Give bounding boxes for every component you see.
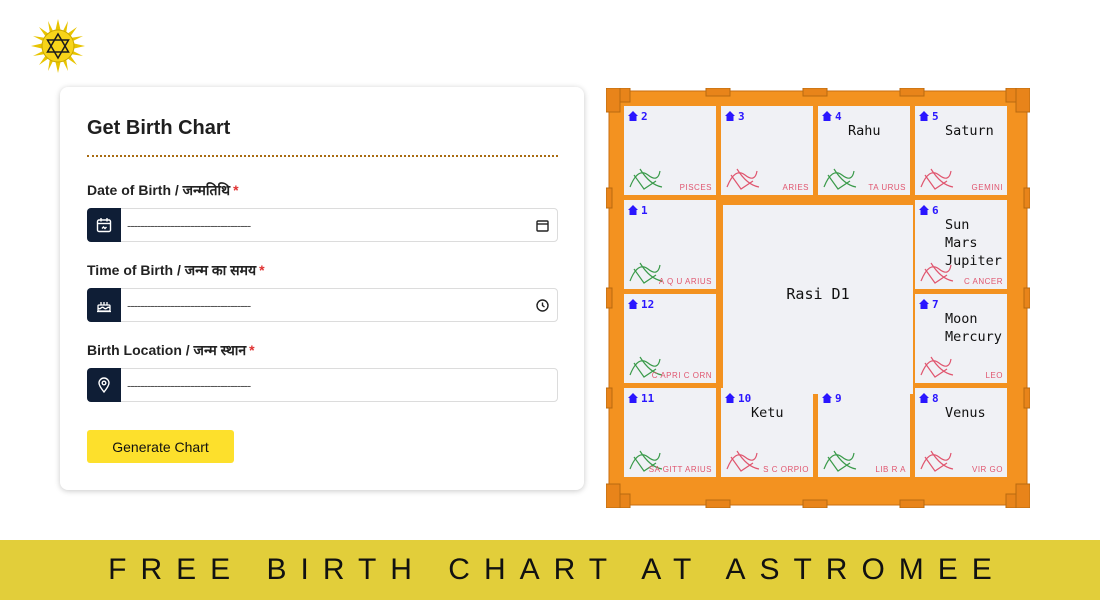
house-cell-2: 2 PISCES [624,106,716,195]
house-cell-bg [915,388,1007,477]
house-number: 12 [641,298,654,311]
zodiac-sign-name: SA GITT ARIUS [649,465,712,474]
house-number: 1 [641,204,648,217]
location-label: Birth Location / जन्म स्थान * [87,341,255,360]
house-cell-bg [721,106,813,195]
chart-center-label: Rasi D1 [786,285,849,303]
planet-name: Moon [945,311,978,327]
calendar-picker-icon[interactable] [527,219,557,232]
zodiac-sign-name: ARIES [782,183,809,192]
astromee-logo [31,19,85,73]
house-cell-bg [624,388,716,477]
house-number: 11 [641,392,655,405]
required-mark: * [259,262,265,278]
planet-name: Mars [945,235,978,251]
planet-name: Venus [945,405,986,421]
house-cell-7: 7 LEO Moon Mercury [915,294,1007,383]
calendar-icon [87,207,121,242]
birthday-cake-icon [87,287,121,322]
generate-chart-button[interactable]: Generate Chart [87,430,234,463]
tob-field[interactable] [87,287,558,322]
house-cell-bg [624,294,716,383]
clock-icon[interactable] [527,298,557,312]
zodiac-sign-name: S C ORPIO [763,465,809,474]
house-cell-bg [721,388,813,477]
house-cell-10: 10 S C ORPIO Ketu [721,388,813,477]
dob-label: Date of Birth / जन्मतिथि * [87,181,239,200]
form-title: Get Birth Chart [87,117,231,139]
zodiac-sign-name: A Q U ARIUS [659,277,712,286]
location-pin-icon [87,367,121,402]
planet-name: Jupiter [945,253,1002,269]
house-number: 7 [932,298,939,311]
house-cell-6: 6 C ANCER Sun Mars Jupiter [915,200,1007,289]
house-number: 4 [835,110,842,123]
zodiac-sign-name: LIB R A [875,465,906,474]
house-number: 2 [641,110,648,123]
rasi-chart-svg: Rasi D1 2 PISCES 3 ARIES 4 TA URUS Rahu 5 GEMINI… [605,87,1031,509]
house-number: 10 [738,392,751,405]
rasi-chart: Rasi D1 2 PISCES 3 ARIES 4 TA URUS Rahu 5 GEMINI… [605,87,1031,509]
location-label-text: Birth Location / जन्म स्थान [87,342,247,358]
dob-field[interactable] [87,207,558,242]
zodiac-sign-name: GEMINI [972,183,1003,192]
zodiac-sign-name: VIR GO [972,465,1003,474]
planet-name: Mercury [945,329,1002,345]
footer-banner: FREE BIRTH CHART AT ASTROMEE [0,540,1100,600]
zodiac-sign-name: TA URUS [868,183,906,192]
title-divider [87,155,558,157]
zodiac-sign-name: C APRI C ORN [652,371,712,380]
house-cell-9: 9 LIB R A [818,388,910,477]
tob-label: Time of Birth / जन्म का समय * [87,261,265,280]
house-number: 9 [835,392,842,405]
house-cell-4: 4 TA URUS Rahu [818,106,910,195]
zodiac-sign-name: LEO [985,371,1003,380]
location-field[interactable] [87,367,558,402]
zodiac-sign-name: C ANCER [964,277,1003,286]
tob-input[interactable] [121,289,527,321]
house-cell-bg [818,106,910,195]
birth-chart-form-card: Get Birth Chart Date of Birth / जन्मतिथि… [60,87,584,490]
planet-name: Saturn [945,123,994,139]
house-number: 3 [738,110,745,123]
house-number: 6 [932,204,939,217]
dob-label-text: Date of Birth / जन्मतिथि [87,182,231,198]
location-input[interactable] [121,369,557,401]
required-mark: * [233,182,239,198]
house-cell-bg [818,388,910,477]
zodiac-sign-name: PISCES [680,183,712,192]
planet-name: Sun [945,217,969,233]
house-cell-12: 12 C APRI C ORN [624,294,716,383]
planet-name: Ketu [751,405,784,421]
house-cell-3: 3 ARIES [721,106,813,195]
planet-name: Rahu [848,123,881,139]
house-cell-bg [915,106,1007,195]
footer-text: FREE BIRTH CHART AT ASTROMEE [108,553,1006,586]
house-number: 8 [932,392,939,405]
house-number: 5 [932,110,939,123]
dob-input[interactable] [121,209,527,241]
house-cell-5: 5 GEMINI Saturn [915,106,1007,195]
required-mark: * [249,342,255,358]
house-cell-bg [624,200,716,289]
house-cell-11: 11 SA GITT ARIUS [624,388,716,477]
tob-label-text: Time of Birth / जन्म का समय [87,262,257,278]
house-cell-8: 8 VIR GO Venus [915,388,1007,477]
house-cell-1: 1 A Q U ARIUS [624,200,716,289]
house-cell-bg [624,106,716,195]
